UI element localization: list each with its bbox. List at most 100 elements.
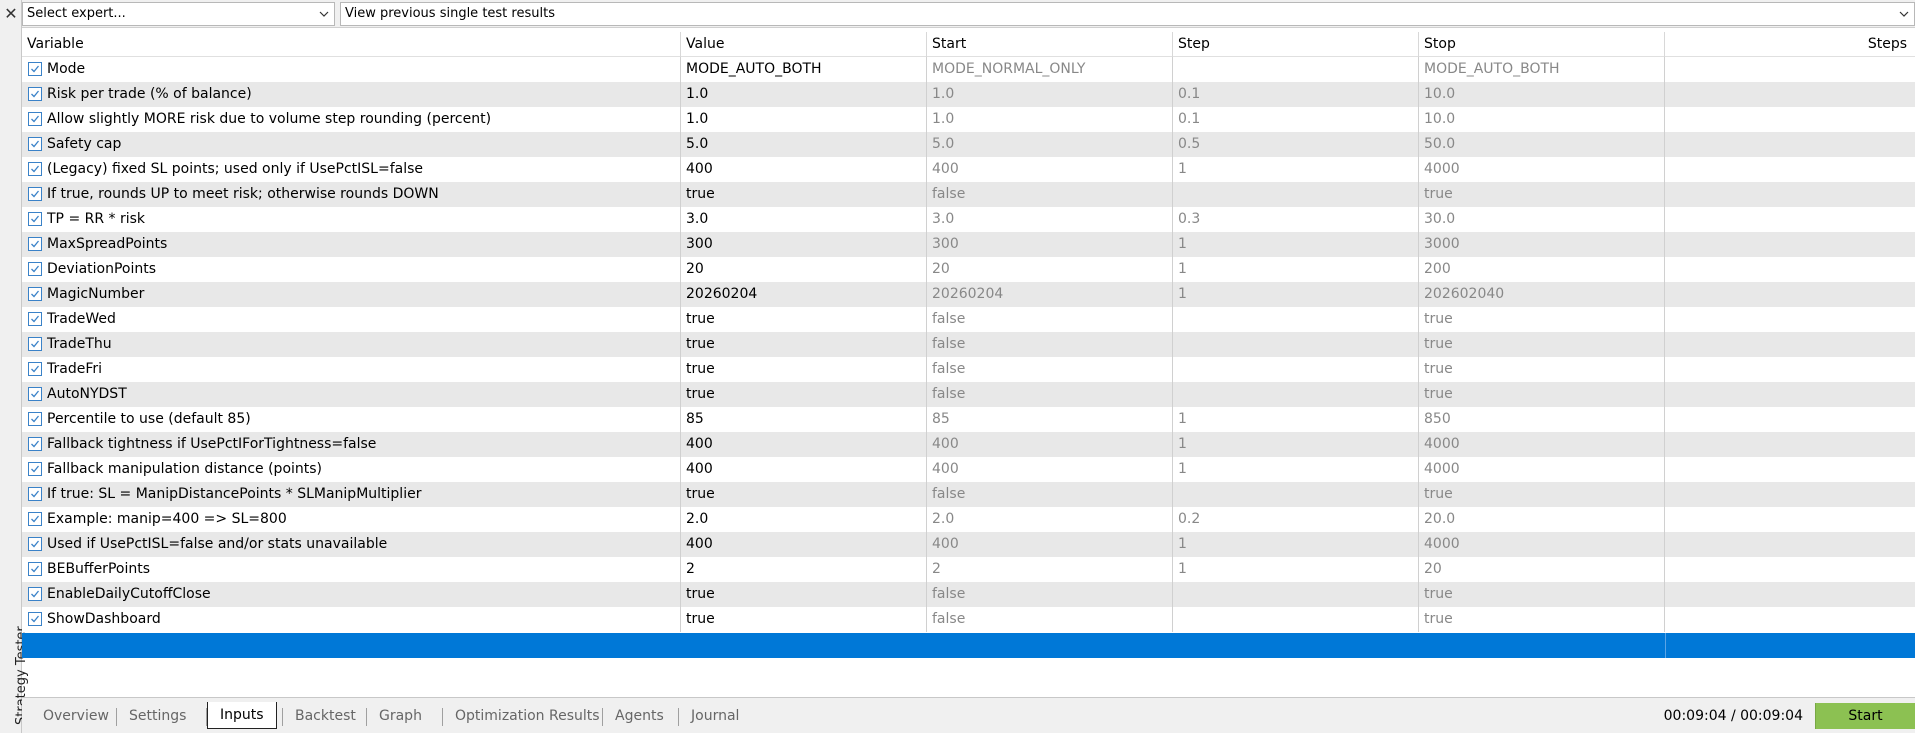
- cell-start[interactable]: 2: [927, 557, 1173, 582]
- tab-backtest[interactable]: Backtest: [283, 703, 368, 729]
- cell-value[interactable]: true: [681, 307, 927, 332]
- row-checkbox[interactable]: [28, 237, 42, 251]
- cell-start[interactable]: 300: [927, 232, 1173, 257]
- cell-variable[interactable]: Fallback tightness if UsePctIForTightnes…: [22, 432, 681, 457]
- table-row[interactable]: TradeFri true false true: [22, 357, 1915, 382]
- tab-inputs[interactable]: Inputs: [207, 702, 277, 729]
- cell-step[interactable]: [1173, 582, 1419, 607]
- cell-stop[interactable]: 50.0: [1419, 132, 1665, 157]
- cell-step[interactable]: 1: [1173, 282, 1419, 307]
- table-row[interactable]: If true: SL = ManipDistancePoints * SLMa…: [22, 482, 1915, 507]
- cell-step[interactable]: 1: [1173, 257, 1419, 282]
- cell-start[interactable]: 400: [927, 157, 1173, 182]
- cell-step[interactable]: 0.2: [1173, 507, 1419, 532]
- cell-step[interactable]: [1173, 382, 1419, 407]
- table-row[interactable]: ShowDashboard true false true: [22, 607, 1915, 632]
- table-row[interactable]: Percentile to use (default 85) 85 85 1 850: [22, 407, 1915, 432]
- column-header-value[interactable]: Value: [681, 32, 927, 57]
- column-header-steps[interactable]: Steps: [1665, 32, 1915, 57]
- cell-stop[interactable]: true: [1419, 357, 1665, 382]
- cell-steps[interactable]: [1665, 232, 1915, 257]
- row-checkbox[interactable]: [28, 337, 42, 351]
- tab-overview[interactable]: Overview: [31, 703, 121, 729]
- cell-stop[interactable]: 10.0: [1419, 82, 1665, 107]
- cell-start[interactable]: 85: [927, 407, 1173, 432]
- tab-journal[interactable]: Journal: [679, 703, 751, 729]
- cell-steps[interactable]: [1665, 607, 1915, 632]
- cell-stop[interactable]: true: [1419, 382, 1665, 407]
- cell-value[interactable]: 85: [681, 407, 927, 432]
- cell-stop[interactable]: true: [1419, 482, 1665, 507]
- cell-stop[interactable]: 200: [1419, 257, 1665, 282]
- cell-variable[interactable]: BEBufferPoints: [22, 557, 681, 582]
- cell-start[interactable]: 400: [927, 432, 1173, 457]
- table-row[interactable]: Safety cap 5.0 5.0 0.5 50.0: [22, 132, 1915, 157]
- cell-value[interactable]: 20: [681, 257, 927, 282]
- selected-empty-row[interactable]: [22, 633, 1915, 658]
- row-checkbox[interactable]: [28, 62, 42, 76]
- table-row[interactable]: Allow slightly MORE risk due to volume s…: [22, 107, 1915, 132]
- cell-steps[interactable]: [1665, 182, 1915, 207]
- cell-step[interactable]: 1: [1173, 557, 1419, 582]
- column-header-step[interactable]: Step: [1173, 32, 1419, 57]
- cell-steps[interactable]: [1665, 582, 1915, 607]
- table-row[interactable]: Mode MODE_AUTO_BOTH MODE_NORMAL_ONLY MODE_A…: [22, 57, 1915, 82]
- cell-value[interactable]: 20260204: [681, 282, 927, 307]
- cell-steps[interactable]: [1665, 457, 1915, 482]
- row-checkbox[interactable]: [28, 387, 42, 401]
- cell-value[interactable]: true: [681, 382, 927, 407]
- cell-stop[interactable]: 30.0: [1419, 207, 1665, 232]
- table-row[interactable]: EnableDailyCutoffClose true false true: [22, 582, 1915, 607]
- row-checkbox[interactable]: [28, 262, 42, 276]
- tab-settings[interactable]: Settings: [117, 703, 198, 729]
- table-row[interactable]: MaxSpreadPoints 300 300 1 3000: [22, 232, 1915, 257]
- cell-steps[interactable]: [1665, 382, 1915, 407]
- cell-value[interactable]: 400: [681, 532, 927, 557]
- column-header-stop[interactable]: Stop: [1419, 32, 1665, 57]
- table-row[interactable]: TP = RR * risk 3.0 3.0 0.3 30.0: [22, 207, 1915, 232]
- cell-start[interactable]: 1.0: [927, 107, 1173, 132]
- cell-variable[interactable]: ShowDashboard: [22, 607, 681, 632]
- row-checkbox[interactable]: [28, 487, 42, 501]
- cell-variable[interactable]: DeviationPoints: [22, 257, 681, 282]
- cell-steps[interactable]: [1665, 82, 1915, 107]
- cell-variable[interactable]: TradeThu: [22, 332, 681, 357]
- cell-start[interactable]: false: [927, 582, 1173, 607]
- cell-step[interactable]: 0.1: [1173, 82, 1419, 107]
- cell-start[interactable]: false: [927, 482, 1173, 507]
- cell-steps[interactable]: [1665, 207, 1915, 232]
- cell-steps[interactable]: [1665, 257, 1915, 282]
- cell-start[interactable]: false: [927, 332, 1173, 357]
- cell-step[interactable]: [1173, 332, 1419, 357]
- cell-value[interactable]: 2: [681, 557, 927, 582]
- cell-variable[interactable]: If true, rounds UP to meet risk; otherwi…: [22, 182, 681, 207]
- cell-stop[interactable]: 3000: [1419, 232, 1665, 257]
- previous-results-combo[interactable]: View previous single test results: [340, 2, 1915, 26]
- cell-step[interactable]: 0.3: [1173, 207, 1419, 232]
- row-checkbox[interactable]: [28, 537, 42, 551]
- cell-value[interactable]: 5.0: [681, 132, 927, 157]
- cell-variable[interactable]: TradeFri: [22, 357, 681, 382]
- cell-step[interactable]: 1: [1173, 407, 1419, 432]
- cell-value[interactable]: true: [681, 482, 927, 507]
- cell-value[interactable]: 400: [681, 157, 927, 182]
- table-row[interactable]: Risk per trade (% of balance) 1.0 1.0 0.1 10…: [22, 82, 1915, 107]
- cell-value[interactable]: 300: [681, 232, 927, 257]
- cell-stop[interactable]: true: [1419, 582, 1665, 607]
- table-row[interactable]: BEBufferPoints 2 2 1 20: [22, 557, 1915, 582]
- cell-stop[interactable]: 4000: [1419, 457, 1665, 482]
- cell-step[interactable]: 1: [1173, 432, 1419, 457]
- tab-agents[interactable]: Agents: [603, 703, 676, 729]
- cell-step[interactable]: 1: [1173, 157, 1419, 182]
- cell-steps[interactable]: [1665, 357, 1915, 382]
- cell-step[interactable]: 1: [1173, 232, 1419, 257]
- cell-stop[interactable]: true: [1419, 607, 1665, 632]
- row-checkbox[interactable]: [28, 562, 42, 576]
- table-row[interactable]: Used if UsePctISL=false and/or stats una…: [22, 532, 1915, 557]
- cell-steps[interactable]: [1665, 157, 1915, 182]
- cell-value[interactable]: true: [681, 332, 927, 357]
- cell-step[interactable]: [1173, 57, 1419, 82]
- cell-variable[interactable]: Safety cap: [22, 132, 681, 157]
- cell-variable[interactable]: Example: manip=400 => SL=800: [22, 507, 681, 532]
- cell-value[interactable]: 1.0: [681, 82, 927, 107]
